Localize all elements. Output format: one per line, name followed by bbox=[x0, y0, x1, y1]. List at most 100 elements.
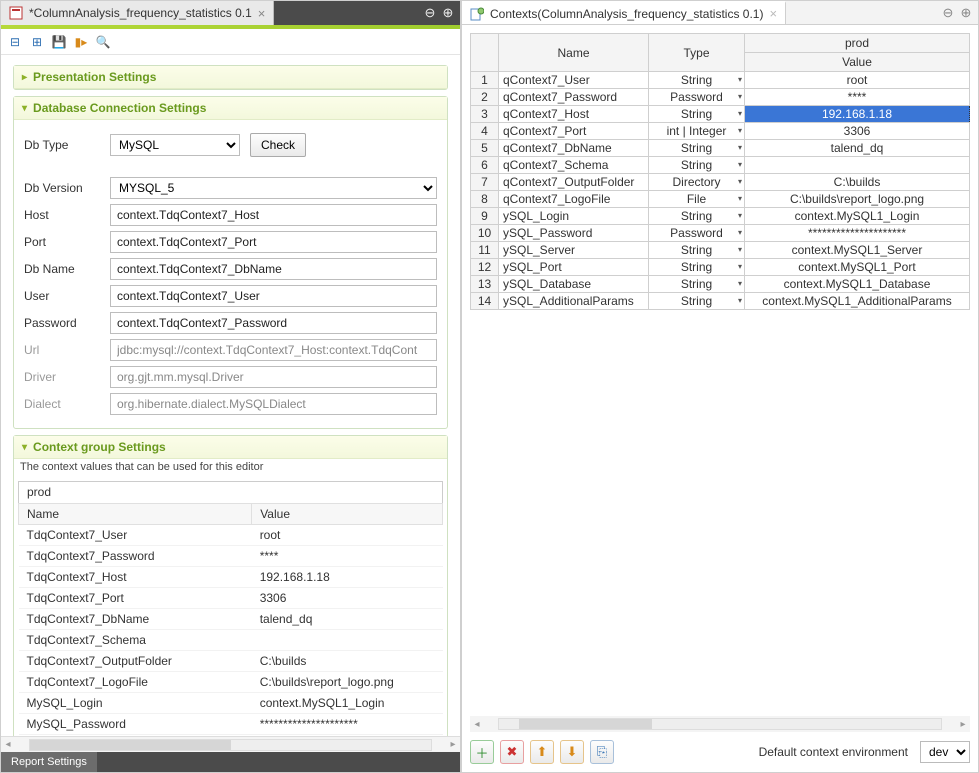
row-name[interactable]: qContext7_LogoFile bbox=[499, 191, 649, 208]
row-name[interactable]: ySQL_Password bbox=[499, 225, 649, 242]
row-value[interactable]: C:\builds\report_logo.png bbox=[745, 191, 970, 208]
scroll-right-icon[interactable]: ▸ bbox=[956, 719, 970, 730]
row-type[interactable]: String▾ bbox=[649, 208, 745, 225]
horizontal-scrollbar[interactable]: ◂ ▸ bbox=[1, 736, 460, 752]
move-down-button[interactable]: ⬇ bbox=[560, 740, 584, 764]
row-name[interactable]: ySQL_Port bbox=[499, 259, 649, 276]
row-name[interactable]: ySQL_Login bbox=[499, 208, 649, 225]
row-type[interactable]: File▾ bbox=[649, 191, 745, 208]
row-name[interactable]: qContext7_User bbox=[499, 72, 649, 89]
table-row[interactable]: 3qContext7_HostString▾192.168.1.18 bbox=[471, 106, 970, 123]
search-icon[interactable]: 🔍 bbox=[95, 34, 111, 50]
grid-col-env[interactable]: prod bbox=[745, 34, 970, 53]
grid-horizontal-scrollbar[interactable]: ◂ ▸ bbox=[470, 716, 970, 732]
footer-tab-report-settings[interactable]: Report Settings bbox=[1, 752, 97, 772]
row-type[interactable]: Password▾ bbox=[649, 89, 745, 106]
expand-all-icon[interactable]: ⊞ bbox=[29, 34, 45, 50]
save-icon[interactable]: 💾 bbox=[51, 34, 67, 50]
chevron-down-icon[interactable]: ▾ bbox=[738, 211, 742, 220]
chevron-down-icon[interactable]: ▾ bbox=[738, 126, 742, 135]
chevron-down-icon[interactable]: ▾ bbox=[738, 228, 742, 237]
row-type[interactable]: String▾ bbox=[649, 72, 745, 89]
table-row[interactable]: 14ySQL_AdditionalParamsString▾context.My… bbox=[471, 293, 970, 310]
row-type[interactable]: String▾ bbox=[649, 157, 745, 174]
table-row[interactable]: TdqContext7_Port3306 bbox=[19, 588, 443, 609]
row-value[interactable] bbox=[745, 157, 970, 174]
run-icon[interactable]: ▮▸ bbox=[73, 34, 89, 50]
row-name[interactable]: qContext7_Port bbox=[499, 123, 649, 140]
chevron-down-icon[interactable]: ▾ bbox=[738, 296, 742, 305]
table-row[interactable]: 4qContext7_Portint | Integer▾3306 bbox=[471, 123, 970, 140]
contexts-tab[interactable]: Contexts(ColumnAnalysis_frequency_statis… bbox=[462, 1, 786, 24]
table-row[interactable]: 6qContext7_SchemaString▾ bbox=[471, 157, 970, 174]
row-value[interactable]: context.MySQL1_AdditionalParams bbox=[745, 293, 970, 310]
row-type[interactable]: String▾ bbox=[649, 259, 745, 276]
row-type[interactable]: String▾ bbox=[649, 106, 745, 123]
table-row[interactable]: MySQL_Password********************* bbox=[19, 714, 443, 735]
table-row[interactable]: TdqContext7_Host192.168.1.18 bbox=[19, 567, 443, 588]
table-row[interactable]: 11ySQL_ServerString▾context.MySQL1_Serve… bbox=[471, 242, 970, 259]
maximize-icon[interactable]: ⊕ bbox=[440, 5, 456, 21]
row-value[interactable]: 192.168.1.18 bbox=[745, 106, 970, 123]
maximize-icon[interactable]: ⊕ bbox=[958, 5, 974, 21]
context-grid[interactable]: Name Type prod Value 1qContext7_UserStri… bbox=[470, 33, 970, 716]
row-name[interactable]: qContext7_Schema bbox=[499, 157, 649, 174]
row-value[interactable]: **** bbox=[745, 89, 970, 106]
table-row[interactable]: 1qContext7_UserString▾root bbox=[471, 72, 970, 89]
row-value[interactable]: 3306 bbox=[745, 123, 970, 140]
table-row[interactable]: MySQL_Login context.MySQL1_Login bbox=[19, 693, 443, 714]
row-name[interactable]: qContext7_Password bbox=[499, 89, 649, 106]
chevron-down-icon[interactable]: ▾ bbox=[738, 245, 742, 254]
row-name[interactable]: ySQL_AdditionalParams bbox=[499, 293, 649, 310]
host-input[interactable] bbox=[110, 204, 437, 226]
chevron-down-icon[interactable]: ▾ bbox=[738, 109, 742, 118]
table-row[interactable]: TdqContext7_Userroot bbox=[19, 525, 443, 546]
table-row[interactable]: TdqContext7_Schema bbox=[19, 630, 443, 651]
scroll-right-icon[interactable]: ▸ bbox=[446, 739, 460, 750]
row-value[interactable]: C:\builds bbox=[745, 174, 970, 191]
row-value[interactable]: talend_dq bbox=[745, 140, 970, 157]
chevron-down-icon[interactable]: ▾ bbox=[738, 143, 742, 152]
row-value[interactable]: context.MySQL1_Server bbox=[745, 242, 970, 259]
port-input[interactable] bbox=[110, 231, 437, 253]
scroll-left-icon[interactable]: ◂ bbox=[1, 739, 15, 750]
collapse-all-icon[interactable]: ⊟ bbox=[7, 34, 23, 50]
row-value[interactable]: context.MySQL1_Login bbox=[745, 208, 970, 225]
row-value[interactable]: root bbox=[745, 72, 970, 89]
scroll-left-icon[interactable]: ◂ bbox=[470, 719, 484, 730]
section-db-header[interactable]: ▾ Database Connection Settings bbox=[14, 97, 447, 120]
check-button[interactable]: Check bbox=[250, 133, 306, 157]
user-input[interactable] bbox=[110, 285, 437, 307]
row-name[interactable]: ySQL_Server bbox=[499, 242, 649, 259]
chevron-down-icon[interactable]: ▾ bbox=[738, 262, 742, 271]
row-type[interactable]: String▾ bbox=[649, 140, 745, 157]
table-row[interactable]: 7qContext7_OutputFolderDirectory▾C:\buil… bbox=[471, 174, 970, 191]
editor-scroll[interactable]: ▸ Presentation Settings ▾ Database Conne… bbox=[1, 55, 460, 736]
col-value[interactable]: Value bbox=[252, 504, 443, 525]
chevron-down-icon[interactable]: ▾ bbox=[738, 177, 742, 186]
row-type[interactable]: String▾ bbox=[649, 242, 745, 259]
table-row[interactable]: 8qContext7_LogoFileFile▾C:\builds\report… bbox=[471, 191, 970, 208]
chevron-down-icon[interactable]: ▾ bbox=[738, 75, 742, 84]
section-presentation-header[interactable]: ▸ Presentation Settings bbox=[14, 66, 447, 89]
minimize-icon[interactable]: ⊖ bbox=[940, 5, 956, 21]
table-row[interactable]: 9ySQL_LoginString▾context.MySQL1_Login bbox=[471, 208, 970, 225]
table-row[interactable]: TdqContext7_OutputFolderC:\builds bbox=[19, 651, 443, 672]
copy-button[interactable]: ⎘ bbox=[590, 740, 614, 764]
table-row[interactable]: 10ySQL_PasswordPassword▾****************… bbox=[471, 225, 970, 242]
dbname-input[interactable] bbox=[110, 258, 437, 280]
grid-col-type[interactable]: Type bbox=[649, 34, 745, 72]
table-row[interactable]: TdqContext7_Password**** bbox=[19, 546, 443, 567]
row-value[interactable]: ********************* bbox=[745, 225, 970, 242]
context-env-tab[interactable]: prod bbox=[18, 481, 443, 503]
row-name[interactable]: ySQL_Database bbox=[499, 276, 649, 293]
row-type[interactable]: int | Integer▾ bbox=[649, 123, 745, 140]
add-row-button[interactable]: ＋ bbox=[470, 740, 494, 764]
delete-row-button[interactable]: ✖ bbox=[500, 740, 524, 764]
chevron-down-icon[interactable]: ▾ bbox=[738, 194, 742, 203]
row-name[interactable]: qContext7_DbName bbox=[499, 140, 649, 157]
table-row[interactable]: 5qContext7_DbNameString▾talend_dq bbox=[471, 140, 970, 157]
db-version-select[interactable]: MYSQL_5 bbox=[110, 177, 437, 199]
row-type[interactable]: String▾ bbox=[649, 293, 745, 310]
editor-tab[interactable]: *ColumnAnalysis_frequency_statistics 0.1… bbox=[1, 1, 274, 25]
